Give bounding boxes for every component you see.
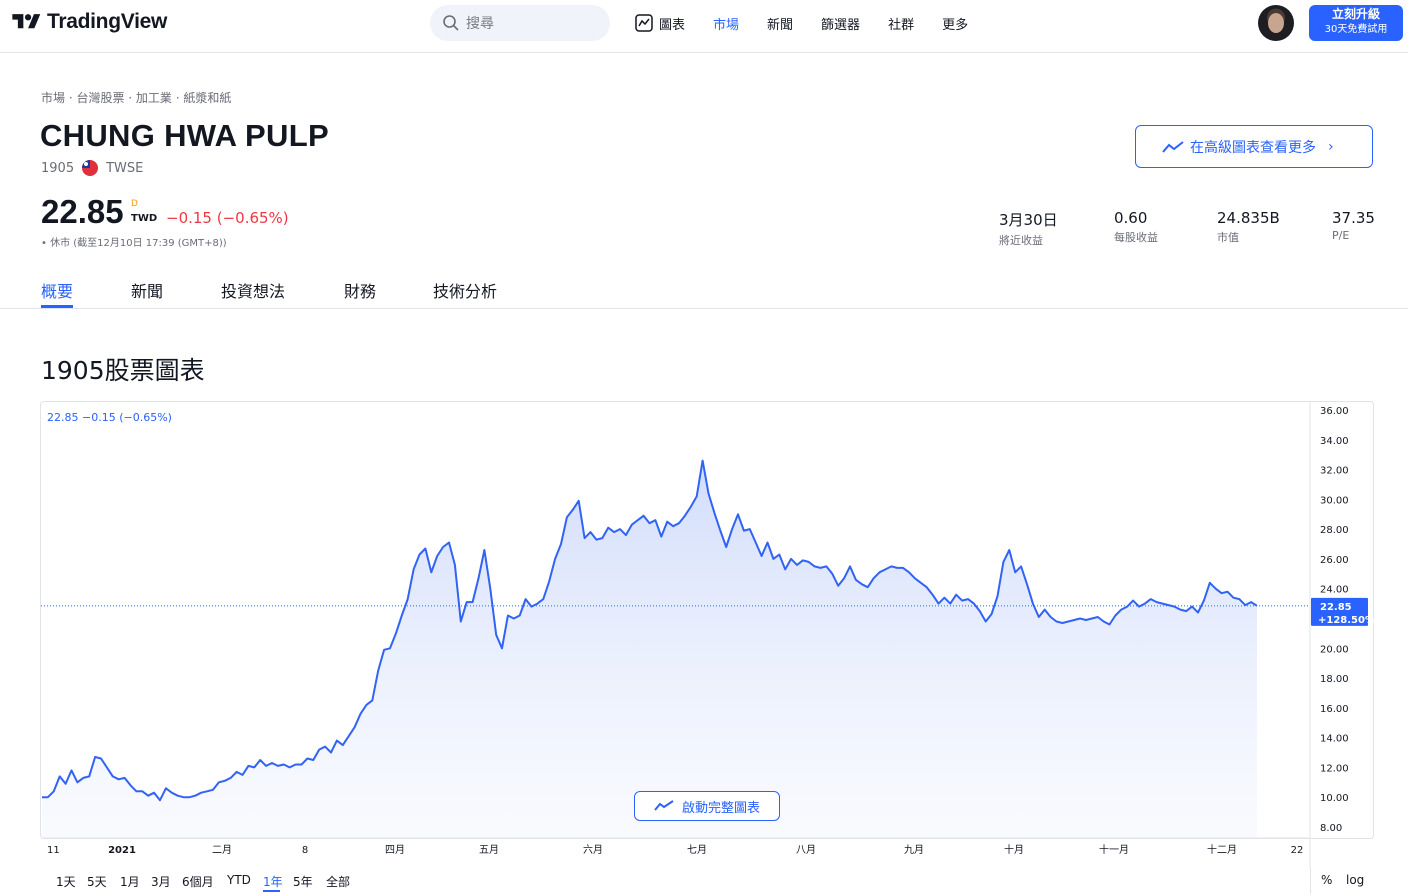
y-tick-label: 16.00 — [1320, 704, 1349, 715]
range-6m[interactable]: 6個月 — [182, 873, 214, 890]
y-tick-label: 10.00 — [1320, 793, 1349, 804]
trend-line-icon — [654, 800, 674, 811]
y-tick-label: 20.00 — [1320, 644, 1349, 655]
x-tick-label: 22 — [1291, 845, 1304, 856]
range-3m[interactable]: 3月 — [151, 873, 171, 890]
y-tick-label: 8.00 — [1320, 823, 1342, 834]
x-tick-label: 8 — [302, 845, 308, 856]
active-range-indicator — [263, 890, 280, 892]
x-tick-label: 八月 — [796, 844, 816, 856]
range-1y[interactable]: 1年 — [263, 873, 283, 890]
log-toggle[interactable]: log — [1346, 873, 1364, 887]
range-all[interactable]: 全部 — [326, 873, 350, 890]
y-tick-label: 26.00 — [1320, 555, 1349, 566]
x-tick-label: 十一月 — [1099, 843, 1129, 856]
price-chart-svg: 36.0034.0032.0030.0028.0026.0024.0022.00… — [41, 402, 1375, 868]
y-tick-label: 28.00 — [1320, 525, 1349, 536]
x-tick-label: 九月 — [904, 844, 924, 856]
range-1m[interactable]: 1月 — [120, 873, 140, 890]
x-tick-label: 十二月 — [1207, 843, 1237, 856]
launch-label: 啟動完整圖表 — [681, 800, 760, 816]
range-ytd[interactable]: YTD — [227, 873, 251, 887]
range-5y[interactable]: 5年 — [293, 873, 313, 890]
y-tick-label: 14.00 — [1320, 734, 1349, 745]
x-tick-label: 11 — [47, 845, 60, 856]
y-tick-label: 12.00 — [1320, 763, 1349, 774]
x-tick-label: 五月 — [479, 844, 499, 856]
percent-toggle[interactable]: % — [1321, 873, 1332, 887]
range-1d[interactable]: 1天 — [56, 873, 76, 890]
x-tick-label: 二月 — [212, 844, 232, 856]
launch-full-chart-button[interactable]: 啟動完整圖表 — [634, 791, 780, 821]
last-price-value: 22.85 — [1320, 602, 1352, 613]
chart-legend: 22.85 −0.15 (−0.65%) — [47, 411, 172, 424]
last-price-change: +128.50% — [1318, 615, 1375, 626]
y-tick-label: 36.00 — [1320, 406, 1349, 417]
x-tick-label: 2021 — [108, 845, 136, 856]
divider — [1310, 868, 1311, 894]
range-5d[interactable]: 5天 — [87, 873, 107, 890]
y-tick-label: 18.00 — [1320, 674, 1349, 685]
x-tick-label: 七月 — [687, 844, 707, 856]
x-tick-label: 六月 — [583, 844, 603, 856]
y-tick-label: 34.00 — [1320, 436, 1349, 447]
x-tick-label: 四月 — [385, 844, 405, 856]
y-tick-label: 24.00 — [1320, 585, 1349, 596]
x-tick-label: 十月 — [1004, 843, 1024, 856]
y-tick-label: 30.00 — [1320, 495, 1349, 506]
y-tick-label: 32.00 — [1320, 466, 1349, 477]
range-selector: 1天 5天 1月 3月 6個月 YTD 1年 5年 全部 % log — [40, 866, 1374, 896]
